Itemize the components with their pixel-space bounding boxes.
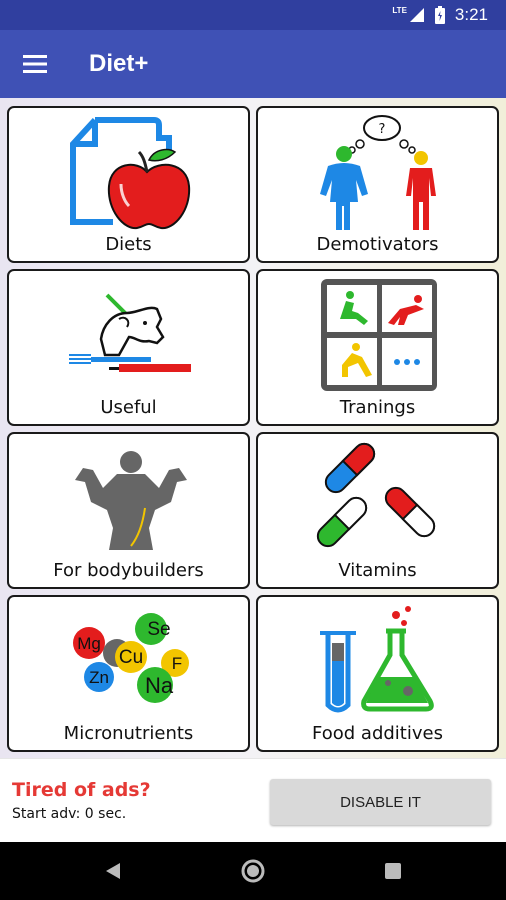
tile-label-tranings: Tranings: [339, 397, 416, 418]
tile-micronutrients[interactable]: Mg Se Cu F Zn Na Micronutrients: [7, 595, 250, 752]
element-symbol: Mg: [77, 634, 101, 653]
back-triangle-icon: [106, 863, 120, 879]
tile-for-bodybuilders[interactable]: For bodybuilders: [7, 432, 250, 589]
ad-title: Tired of ads?: [12, 779, 151, 801]
tile-label-demotivators: Demotivators: [316, 234, 439, 255]
diet-plan-apple-icon: [70, 117, 191, 230]
tile-food-additives[interactable]: Food additives: [256, 595, 499, 752]
status-time: 3:21: [454, 5, 488, 24]
tile-label-useful: Useful: [100, 397, 157, 418]
network-type: LTE: [392, 5, 407, 15]
ad-countdown: Start adv: 0 sec.: [12, 806, 127, 822]
hamburger-menu-icon: [23, 55, 47, 73]
app-title: Diet+: [89, 50, 149, 77]
exercise-grid-icon: [321, 279, 437, 391]
home-button[interactable]: [238, 856, 268, 886]
svg-text:?: ?: [379, 122, 386, 137]
element-symbol: Se: [147, 619, 170, 640]
tile-label-micronutrients: Micronutrients: [63, 723, 194, 744]
home-circle-icon: [241, 859, 265, 883]
tile-demotivators[interactable]: ? Demotivators: [256, 106, 499, 263]
element-symbol: Na: [145, 673, 174, 698]
element-symbol: Zn: [89, 668, 109, 687]
tile-label-vitamins: Vitamins: [338, 560, 417, 581]
battery-icon: [434, 6, 445, 24]
capsules-icon: [316, 442, 436, 548]
tile-diets[interactable]: Diets: [7, 106, 250, 263]
category-grid: Diets ? Demotivators Useful Tranings For…: [0, 98, 506, 758]
back-button[interactable]: [98, 856, 128, 886]
menu-button[interactable]: [14, 44, 56, 84]
element-symbol: F: [172, 654, 182, 673]
status-icons: LTE 3:21: [392, 5, 488, 25]
tile-label-diets: Diets: [105, 234, 152, 255]
tile-vitamins[interactable]: Vitamins: [256, 432, 499, 589]
recents-button[interactable]: [378, 856, 408, 886]
bodybuilder-icon: [75, 451, 187, 550]
element-symbol: Cu: [119, 647, 143, 668]
tile-label-food-additives: Food additives: [312, 723, 443, 744]
app-bar: Diet+: [0, 30, 506, 98]
element-circles-icon: Mg Se Cu F Zn Na: [73, 613, 189, 703]
navigation-bar: [0, 842, 506, 900]
recents-square-icon: [385, 863, 401, 879]
tile-tranings[interactable]: Tranings: [256, 269, 499, 426]
tile-label-for-bodybuilders: For bodybuilders: [53, 560, 204, 581]
ad-bar: Tired of ads? Start adv: 0 sec. DISABLE …: [0, 758, 506, 842]
signal-icon: [409, 8, 424, 22]
status-bar: LTE 3:21: [0, 0, 506, 30]
thinking-people-icon: ?: [320, 115, 436, 230]
lab-flask-icon: [320, 606, 434, 713]
tile-useful[interactable]: Useful: [7, 269, 250, 426]
unicorn-cutlery-icon: [69, 293, 191, 372]
disable-ads-button[interactable]: DISABLE IT: [270, 779, 491, 825]
